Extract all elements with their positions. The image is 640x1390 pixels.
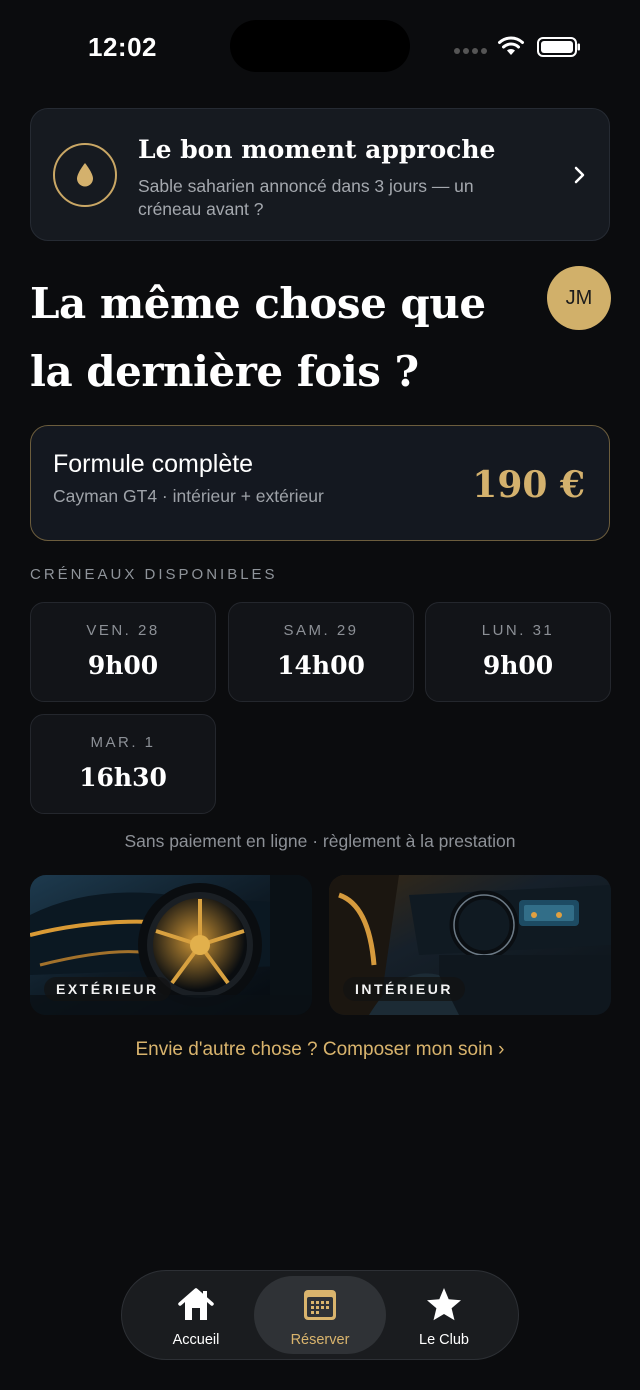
status-time: 12:02 bbox=[88, 32, 157, 62]
tab-le-club[interactable]: Le Club bbox=[378, 1276, 510, 1354]
slots-section-label: CRÉNEAUX DISPONIBLES bbox=[30, 566, 278, 583]
cellular-signal-icon bbox=[454, 48, 487, 54]
drop-icon-badge bbox=[53, 143, 117, 207]
formula-price: 190 € bbox=[472, 464, 585, 506]
tab-accueil[interactable]: Accueil bbox=[130, 1276, 262, 1354]
payment-note: Sans paiement en ligne · règlement à la … bbox=[124, 831, 516, 851]
formula-card[interactable]: Formule complète Cayman GT4 · intérieur … bbox=[30, 425, 610, 541]
slot-time: 16h30 bbox=[79, 763, 167, 792]
slot-day: LUN. 31 bbox=[481, 622, 555, 639]
drop-icon bbox=[77, 163, 93, 187]
tab-bar: Accueil Réserver Le Club bbox=[121, 1270, 519, 1360]
tab-reserver[interactable]: Réserver bbox=[254, 1276, 386, 1354]
tab-label: Réserver bbox=[290, 1332, 350, 1348]
tab-label: Le Club bbox=[419, 1332, 469, 1348]
chevron-right-icon[interactable] bbox=[573, 165, 587, 185]
slot-time: 9h00 bbox=[482, 651, 554, 680]
page-title: La même chose que la dernière fois ? bbox=[30, 279, 486, 396]
battery-icon bbox=[537, 37, 580, 57]
slot-button[interactable]: LUN. 31 9h00 bbox=[425, 602, 611, 702]
formula-title: Formule complète bbox=[53, 450, 254, 478]
slot-day: SAM. 29 bbox=[283, 622, 359, 639]
slot-day: VEN. 28 bbox=[86, 622, 160, 639]
calendar-icon bbox=[304, 1290, 336, 1320]
compose-care-link[interactable]: Envie d'autre chose ? Composer mon soin … bbox=[0, 1039, 640, 1061]
slot-time: 14h00 bbox=[277, 651, 365, 680]
weather-alert-card[interactable]: Le bon moment approche Sable saharien an… bbox=[30, 108, 610, 241]
alert-subtitle: Sable saharien annoncé dans 3 jours — un… bbox=[138, 176, 474, 219]
alert-title: Le bon moment approche bbox=[138, 135, 496, 164]
slot-button[interactable]: SAM. 29 14h00 bbox=[228, 602, 414, 702]
tab-label: Accueil bbox=[172, 1332, 220, 1348]
formula-description: Cayman GT4 · intérieur + extérieur bbox=[53, 486, 324, 506]
star-icon bbox=[427, 1288, 461, 1321]
avatar[interactable]: JM bbox=[547, 266, 611, 330]
slot-time: 9h00 bbox=[87, 651, 159, 680]
slot-button[interactable]: MAR. 1 16h30 bbox=[30, 714, 216, 814]
dynamic-island bbox=[230, 20, 410, 72]
home-icon bbox=[178, 1288, 214, 1320]
exterior-photo-card[interactable]: EXTÉRIEUR bbox=[30, 875, 312, 1015]
interior-photo-card[interactable]: INTÉRIEUR bbox=[329, 875, 611, 1015]
photo-label: EXTÉRIEUR bbox=[44, 977, 171, 1001]
photo-label: INTÉRIEUR bbox=[343, 977, 465, 1001]
slot-button[interactable]: VEN. 28 9h00 bbox=[30, 602, 216, 702]
slot-day: MAR. 1 bbox=[90, 734, 156, 751]
wifi-icon bbox=[498, 36, 524, 55]
